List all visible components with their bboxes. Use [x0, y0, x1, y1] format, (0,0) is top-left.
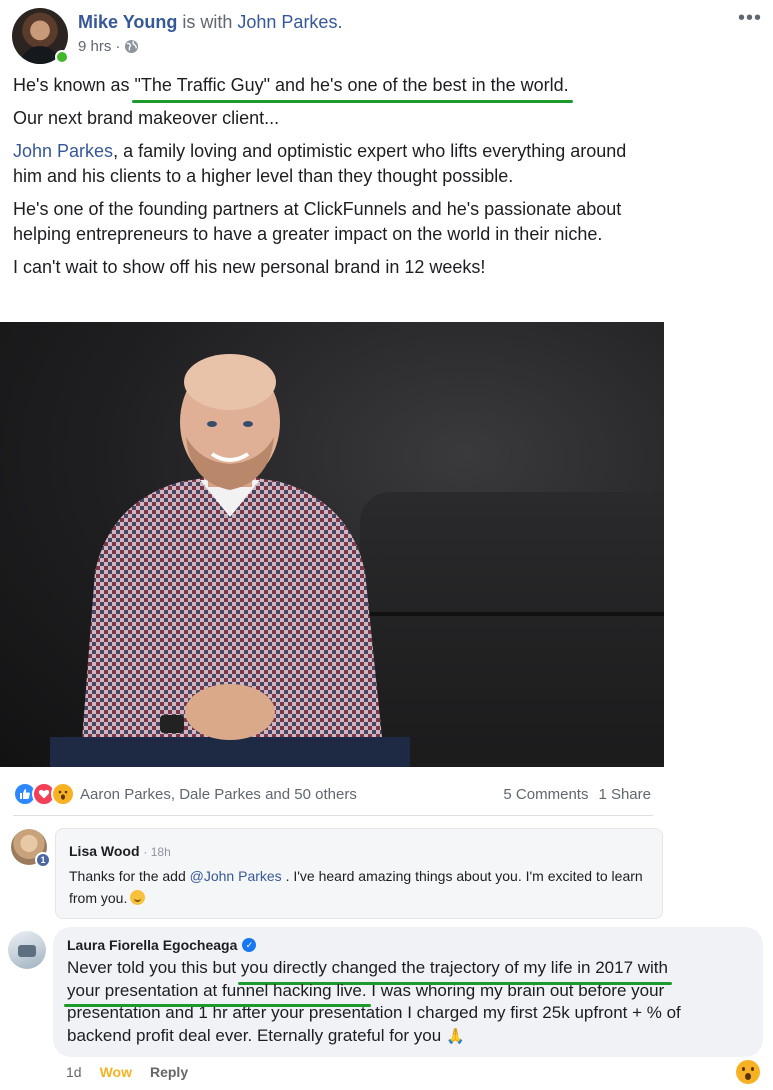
wow-icon: [51, 782, 75, 806]
commenter-name-link[interactable]: Laura Fiorella Egocheaga: [67, 937, 237, 953]
comments-count-link[interactable]: 5 Comments: [503, 786, 588, 803]
commenter-avatar[interactable]: [8, 931, 46, 969]
post-body: He's known as "The Traffic Guy" and he's…: [13, 73, 653, 288]
pray-emoji-icon: 🙏: [445, 1027, 465, 1045]
with-text: is with: [182, 12, 233, 32]
post-paragraph-2: Our next brand makeover client...: [13, 108, 280, 128]
engagement-counts: 5 Comments 1 Share: [503, 786, 651, 803]
post-paragraph-3: John Parkes, a family loving and optimis…: [13, 141, 627, 186]
highlighted-quote: "The Traffic Guy" and he's one of the be…: [131, 73, 573, 103]
author-line: Mike Young is with John Parkes.: [78, 12, 342, 33]
comment-bubble: Laura Fiorella Egocheaga ✓ Never told yo…: [53, 927, 763, 1057]
comment-bubble: Lisa Wood · 18h Thanks for the add @John…: [55, 828, 663, 919]
post-header: Mike Young is with John Parkes. 9 hrs · …: [12, 8, 762, 64]
post-meta: 9 hrs ·: [78, 38, 139, 55]
author-name-link[interactable]: Mike Young: [78, 12, 177, 32]
post-paragraph-4: He's one of the founding partners at Cli…: [13, 199, 622, 244]
wow-reaction-button[interactable]: Wow: [100, 1064, 132, 1080]
tagged-person-link[interactable]: John Parkes.: [237, 12, 342, 32]
post-timestamp[interactable]: 9 hrs: [78, 38, 111, 55]
globe-icon[interactable]: [124, 39, 139, 54]
post-paragraph-5: I can't wait to show off his new persona…: [13, 257, 486, 277]
highlighted-text-1: you directly changed the trajectory of m…: [237, 957, 673, 984]
wow-reaction-icon[interactable]: [736, 1060, 760, 1084]
reactions-bar: Aaron Parkes, Dale Parkes and 50 others …: [13, 781, 653, 807]
reactors-summary[interactable]: Aaron Parkes, Dale Parkes and 50 others: [80, 786, 503, 803]
person-portrait: [50, 354, 410, 767]
commenter-name-link[interactable]: Lisa Wood: [69, 843, 140, 859]
highlighted-text-2: your presentation at funnel hacking live…: [64, 980, 371, 1007]
post-photo[interactable]: [0, 322, 664, 767]
notification-badge: 1: [35, 852, 51, 868]
more-options-icon[interactable]: •••: [738, 8, 762, 28]
comment-time-link[interactable]: 1d: [66, 1064, 82, 1080]
post-paragraph-1: He's known as "The Traffic Guy" and he's…: [13, 73, 653, 103]
verified-badge-icon: ✓: [242, 938, 257, 952]
meta-separator: ·: [115, 38, 121, 55]
reply-button[interactable]: Reply: [150, 1064, 188, 1080]
comment-actions: 1d Wow Reply: [66, 1064, 188, 1080]
shares-count-link[interactable]: 1 Share: [598, 786, 651, 803]
john-parkes-link[interactable]: John Parkes: [13, 141, 113, 161]
comment-text: Thanks for the add @John Parkes . I've h…: [69, 868, 643, 906]
comment-timestamp[interactable]: · 18h: [143, 845, 170, 859]
mention-link[interactable]: @John Parkes: [190, 868, 282, 884]
comment-text: Never told you this but you directly cha…: [64, 957, 681, 1045]
reaction-icons[interactable]: [13, 782, 75, 806]
smile-emoji-icon: [130, 890, 146, 905]
online-status-dot: [55, 50, 69, 64]
divider: [13, 815, 653, 816]
